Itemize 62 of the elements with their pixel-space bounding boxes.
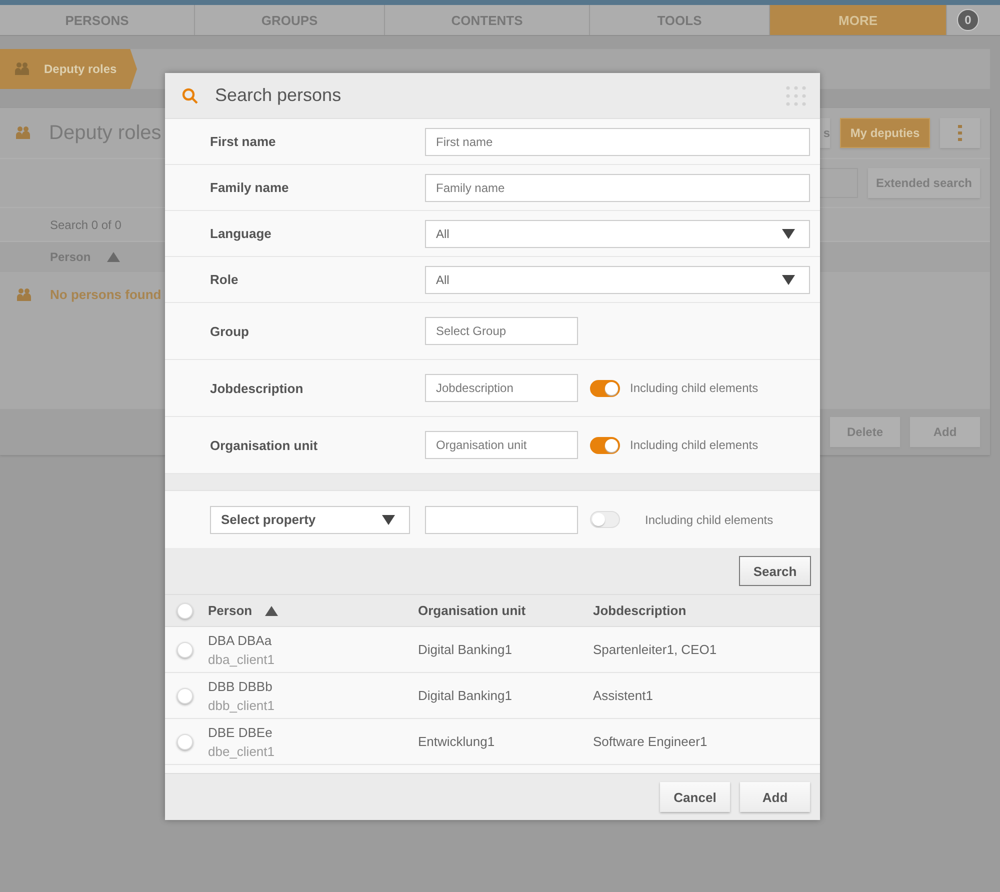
dropdown-field[interactable]: All bbox=[425, 266, 810, 294]
table-row[interactable]: DBB DBBb dbb_client1 Digital Banking1 Assistent1 bbox=[165, 673, 820, 719]
sort-ascending-icon bbox=[265, 606, 278, 616]
caret-icon bbox=[382, 514, 395, 524]
property-dropdown[interactable]: Select property bbox=[210, 506, 410, 534]
row-radio[interactable] bbox=[177, 734, 193, 750]
field-label: First name bbox=[210, 134, 277, 149]
text-field[interactable]: Jobdescription bbox=[425, 374, 578, 402]
field-label: Family name bbox=[210, 180, 290, 195]
caret-icon bbox=[782, 274, 795, 284]
search-icon bbox=[182, 88, 198, 104]
text-field[interactable]: Organisation unit bbox=[425, 431, 578, 459]
caret-icon bbox=[782, 228, 795, 238]
dialog-button[interactable]: Add bbox=[740, 782, 810, 812]
toggle-label: Including child elements bbox=[645, 512, 774, 526]
table-cell: Assistent1 bbox=[593, 688, 653, 703]
search-button[interactable]: Search bbox=[739, 556, 811, 586]
person-login: dbb_client1 bbox=[208, 698, 274, 712]
column-header[interactable]: Jobdescription bbox=[593, 603, 686, 618]
people-icon bbox=[16, 288, 32, 302]
row-radio[interactable] bbox=[177, 642, 193, 658]
person-name: DBA DBAa bbox=[208, 632, 272, 648]
notification-badge[interactable]: 0 bbox=[957, 9, 979, 31]
field-label: Jobdescription bbox=[210, 380, 304, 396]
table-row[interactable]: DBE DBEe dbe_client1 Entwicklung1 Software Engineer1 bbox=[165, 719, 820, 765]
toggle-switch[interactable] bbox=[590, 436, 620, 454]
kebab-menu-icon bbox=[958, 125, 962, 141]
toggle-label: Including child elements bbox=[630, 381, 758, 395]
toggle-switch[interactable] bbox=[590, 380, 620, 396]
breadcrumb-item[interactable]: Deputy roles bbox=[0, 49, 137, 89]
table-cell: Digital Banking1 bbox=[418, 642, 512, 657]
more-menu-button[interactable] bbox=[940, 118, 980, 148]
table-row[interactable]: DBA DBAa dba_client1 Digital Banking1 Spartenleiter1, CEO1 bbox=[165, 627, 820, 673]
person-login: dbe_client1 bbox=[208, 744, 274, 758]
toggle-label: Including child elements bbox=[630, 438, 758, 452]
column-header[interactable]: Person bbox=[208, 603, 278, 618]
person-name: DBE DBEe bbox=[208, 724, 272, 740]
table-cell: Spartenleiter1, CEO1 bbox=[593, 642, 717, 657]
drag-handle-icon[interactable] bbox=[786, 86, 806, 106]
group-picker-field[interactable]: Select Group bbox=[425, 317, 578, 345]
search-count: Search 0 of 0 bbox=[50, 218, 122, 232]
select-all-radio[interactable] bbox=[177, 602, 193, 618]
people-icon bbox=[14, 62, 30, 76]
dialog-title: Search persons bbox=[215, 85, 342, 106]
column-header[interactable]: Organisation unit bbox=[418, 603, 526, 618]
person-name: DBB DBBb bbox=[208, 678, 272, 694]
row-radio[interactable] bbox=[177, 688, 193, 704]
table-cell: Digital Banking1 bbox=[418, 688, 512, 703]
text-field[interactable]: Family name bbox=[425, 174, 810, 202]
field-label: Language bbox=[210, 226, 272, 241]
field-label: Organisation unit bbox=[210, 438, 319, 452]
table-cell: Software Engineer1 bbox=[593, 734, 708, 749]
dropdown-field[interactable]: All bbox=[425, 220, 810, 248]
field-label: Role bbox=[210, 272, 240, 287]
people-icon bbox=[15, 126, 31, 140]
text-field[interactable]: First name bbox=[425, 128, 810, 156]
empty-message: No persons found bbox=[50, 287, 162, 302]
dialog-button[interactable]: Cancel bbox=[660, 782, 730, 812]
table-cell: Entwicklung1 bbox=[418, 734, 495, 749]
property-value-field[interactable] bbox=[425, 506, 578, 534]
field-label: Group bbox=[210, 324, 250, 338]
person-login: dba_client1 bbox=[208, 652, 274, 666]
